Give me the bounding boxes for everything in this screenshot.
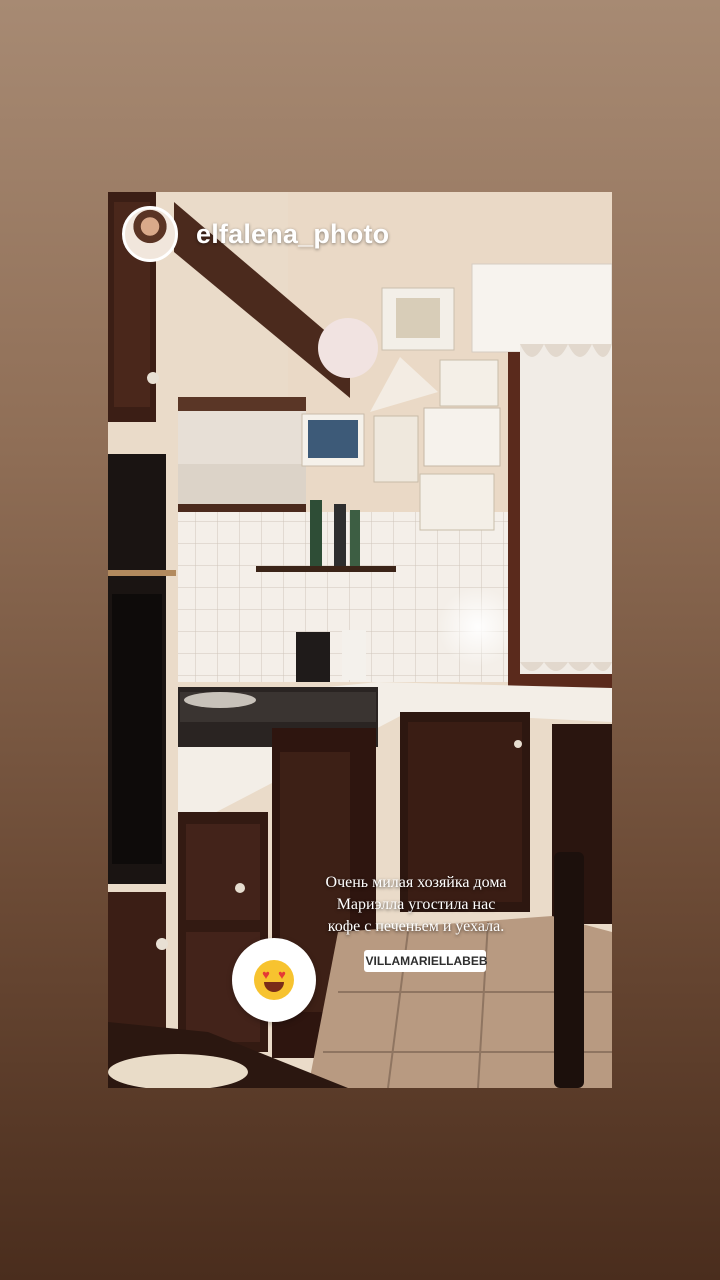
story-photo[interactable]: elfalena_photo Очень милая хозяйка дома … bbox=[108, 192, 612, 1088]
kitchen-photo bbox=[108, 192, 612, 1088]
emoji-sticker[interactable]: ♥ ♥ bbox=[232, 938, 316, 1022]
story-caption: Очень милая хозяйка дома Мариэлла угости… bbox=[286, 872, 546, 938]
caption-line: кофе с печеньем и уехала. bbox=[327, 918, 505, 935]
heart-eyes-emoji-icon: ♥ ♥ bbox=[254, 960, 294, 1000]
caption-line: Очень милая хозяйка дома bbox=[325, 874, 507, 891]
mention-label: VILLAMARIELLABEB bbox=[365, 954, 488, 968]
caption-line: Мариэлла угостила нас bbox=[336, 896, 496, 913]
profile-avatar[interactable] bbox=[122, 206, 178, 262]
mention-sticker[interactable]: VILLAMARIELLABEB bbox=[364, 950, 488, 972]
story-header[interactable]: elfalena_photo bbox=[122, 206, 389, 262]
username[interactable]: elfalena_photo bbox=[196, 219, 389, 250]
